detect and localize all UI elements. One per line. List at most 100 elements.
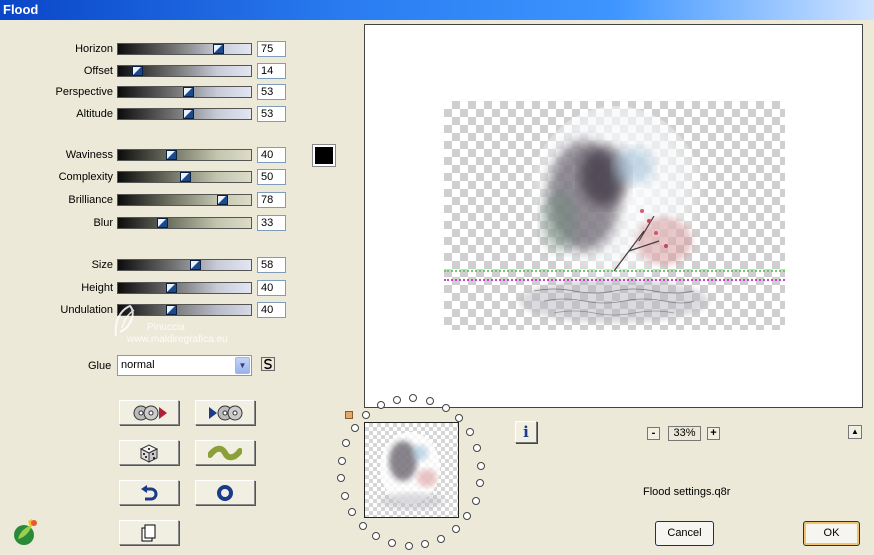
offset-slider-thumb[interactable]	[131, 66, 143, 76]
complexity-slider[interactable]	[117, 171, 252, 183]
watermark-name: Pinuccia	[147, 322, 185, 333]
ring-dot[interactable]	[340, 491, 349, 500]
ring-dot[interactable]	[421, 540, 430, 549]
slider-row-waviness: Waviness 40	[0, 147, 300, 165]
ring-dot[interactable]	[348, 507, 357, 516]
ring-dot[interactable]	[376, 401, 385, 410]
ring-dot[interactable]	[471, 496, 480, 505]
altitude-slider[interactable]	[117, 108, 252, 120]
glue-option-button[interactable]	[261, 357, 275, 371]
altitude-value-field[interactable]: 53	[257, 106, 286, 122]
wave-preset-icon	[208, 445, 242, 460]
ring-dot[interactable]	[404, 541, 413, 550]
perspective-label: Perspective	[55, 86, 113, 98]
open-settings-button[interactable]	[119, 400, 179, 425]
ring-dot[interactable]	[473, 444, 482, 453]
wave-preset-button[interactable]	[195, 440, 255, 465]
color-swatch[interactable]	[312, 144, 336, 167]
horizon-value-field[interactable]: 75	[257, 41, 286, 57]
brilliance-value-field[interactable]: 78	[257, 192, 286, 208]
altitude-guide-line[interactable]	[444, 279, 785, 281]
altitude-slider-thumb[interactable]	[183, 109, 195, 119]
info-button[interactable]: i	[515, 421, 537, 443]
open-settings-icon	[133, 405, 167, 420]
glue-select-value: normal	[121, 359, 155, 371]
ring-dot[interactable]	[465, 428, 474, 436]
zoom-in-button[interactable]: +	[707, 427, 720, 440]
horizon-guide-line[interactable]	[444, 270, 785, 272]
ring-dot[interactable]	[463, 512, 472, 521]
loop-button[interactable]	[195, 480, 255, 505]
settings-filename: Flood settings.q8r	[643, 486, 731, 498]
brilliance-slider-thumb[interactable]	[216, 195, 228, 205]
offset-slider[interactable]	[117, 65, 252, 77]
ring-dot[interactable]	[476, 461, 485, 470]
horizon-label: Horizon	[75, 43, 113, 55]
ring-dot[interactable]	[372, 532, 381, 541]
watermark: Pinuccia www.maldiregrafica.eu	[100, 302, 360, 352]
waviness-value-field[interactable]: 40	[257, 147, 286, 163]
offset-label: Offset	[83, 65, 113, 77]
waviness-slider-thumb[interactable]	[166, 150, 178, 160]
brilliance-slider[interactable]	[117, 194, 252, 206]
ring-dot[interactable]	[387, 539, 396, 548]
reset-arrow-icon	[141, 484, 158, 500]
zoom-out-button[interactable]: -	[647, 427, 660, 440]
ok-button[interactable]: OK	[803, 521, 860, 546]
size-slider[interactable]	[117, 259, 252, 271]
navigator-image	[380, 432, 444, 509]
height-slider-thumb[interactable]	[166, 283, 178, 293]
ring-dot[interactable]	[362, 411, 371, 419]
size-slider-thumb[interactable]	[190, 260, 202, 270]
blur-value-field[interactable]: 33	[257, 215, 286, 231]
ring-dot[interactable]	[342, 439, 351, 448]
loop-ring-icon	[217, 484, 233, 501]
ring-dot[interactable]	[426, 396, 434, 405]
waviness-slider[interactable]	[117, 149, 252, 161]
chevron-down-icon[interactable]: ▼	[235, 357, 250, 374]
perspective-value-field[interactable]: 53	[257, 84, 286, 100]
save-settings-button[interactable]	[195, 400, 255, 425]
ring-dot[interactable]	[476, 479, 485, 488]
cancel-button[interactable]: Cancel	[655, 521, 714, 546]
copy-button[interactable]	[119, 520, 179, 545]
complexity-value-field[interactable]: 50	[257, 169, 286, 185]
reset-button[interactable]	[119, 480, 179, 505]
ring-dot[interactable]	[337, 474, 346, 483]
ring-anchor-handle[interactable]	[345, 411, 353, 419]
ring-dot[interactable]	[441, 403, 450, 412]
blur-slider[interactable]	[117, 217, 252, 229]
height-label: Height	[81, 282, 113, 294]
ring-dot[interactable]	[392, 395, 401, 404]
preview-pane[interactable]	[364, 24, 863, 408]
slider-row-blur: Blur 33	[0, 215, 300, 233]
randomize-button[interactable]	[119, 440, 179, 465]
ring-dot[interactable]	[437, 534, 446, 543]
slider-row-size: Size 58	[0, 257, 300, 275]
perspective-slider[interactable]	[117, 86, 252, 98]
brilliance-label: Brilliance	[68, 194, 113, 206]
horizon-slider[interactable]	[117, 43, 252, 55]
waviness-label: Waviness	[65, 149, 113, 161]
height-value-field[interactable]: 40	[257, 280, 286, 296]
offset-value-field[interactable]: 14	[257, 63, 286, 79]
navigator-thumbnail[interactable]	[364, 422, 459, 518]
window-title: Flood	[0, 0, 874, 20]
height-slider[interactable]	[117, 282, 252, 294]
perspective-slider-thumb[interactable]	[183, 87, 195, 97]
ring-dot[interactable]	[358, 521, 367, 530]
complexity-label: Complexity	[58, 171, 113, 183]
blur-slider-thumb[interactable]	[156, 218, 168, 228]
horizon-slider-thumb[interactable]	[212, 44, 224, 54]
watermark-logo-icon	[114, 304, 135, 337]
ring-dot[interactable]	[350, 423, 359, 432]
glue-select[interactable]: normal ▼	[117, 355, 252, 376]
ring-dot[interactable]	[451, 524, 460, 533]
altitude-label: Altitude	[76, 108, 113, 120]
collapse-button[interactable]: ▲	[848, 425, 862, 439]
randomize-dice-icon	[139, 443, 159, 463]
size-value-field[interactable]: 58	[257, 257, 286, 273]
ring-dot[interactable]	[337, 456, 346, 465]
complexity-slider-thumb[interactable]	[179, 172, 191, 182]
preview-canvas	[444, 101, 785, 330]
